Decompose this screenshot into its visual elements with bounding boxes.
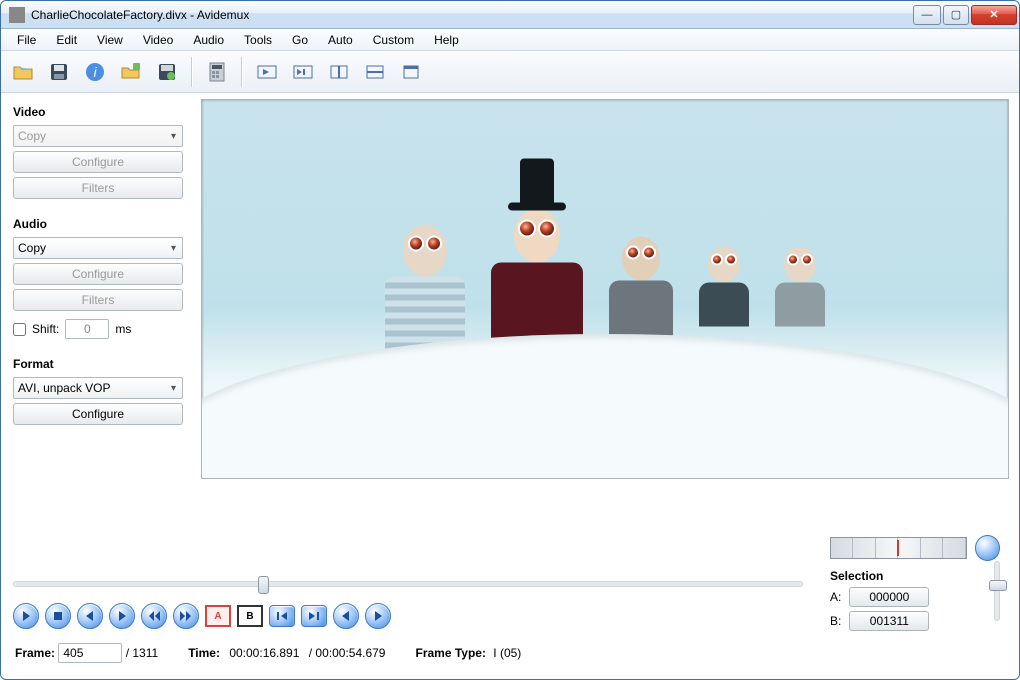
audio-shift-value[interactable] xyxy=(65,319,109,339)
next-black-button[interactable] xyxy=(365,603,391,629)
jog-wheel[interactable] xyxy=(830,537,967,559)
menubar: File Edit View Video Audio Tools Go Auto… xyxy=(1,29,1019,51)
sidebar: Video Copy Configure Filters Audio Copy … xyxy=(1,93,201,573)
marker-a-button[interactable]: A xyxy=(205,605,231,627)
menu-edit[interactable]: Edit xyxy=(46,30,87,50)
menu-auto[interactable]: Auto xyxy=(318,30,363,50)
info-icon[interactable]: i xyxy=(79,56,111,88)
frametype-value: I (05) xyxy=(493,646,521,660)
audio-codec-dropdown[interactable]: Copy xyxy=(13,237,183,259)
audio-shift-label: Shift: xyxy=(32,322,59,336)
titlebar: CharlieChocolateFactory.divx - Avidemux … xyxy=(1,1,1019,29)
selection-pane: Selection A: 000000 B: 001311 xyxy=(830,535,1000,635)
selection-b-value[interactable]: 001311 xyxy=(849,611,929,631)
split-horizontal-icon[interactable] xyxy=(359,56,391,88)
open-icon[interactable] xyxy=(7,56,39,88)
selection-b-label: B: xyxy=(830,614,841,628)
audio-section-title: Audio xyxy=(13,217,191,231)
menu-file[interactable]: File xyxy=(7,30,46,50)
menu-custom[interactable]: Custom xyxy=(363,30,424,50)
calculator-icon[interactable] xyxy=(201,56,233,88)
frame-total: / 1311 xyxy=(126,646,158,660)
video-codec-dropdown[interactable]: Copy xyxy=(13,125,183,147)
volume-knob[interactable] xyxy=(989,580,1007,591)
time-value: 00:00:16.891 xyxy=(229,646,299,660)
frametype-label: Frame Type: xyxy=(415,646,485,660)
prev-keyframe-button[interactable] xyxy=(269,605,295,627)
selection-title: Selection xyxy=(830,569,982,583)
rewind-button[interactable] xyxy=(141,603,167,629)
format-section-title: Format xyxy=(13,357,191,371)
menu-view[interactable]: View xyxy=(87,30,133,50)
frame-label: Frame: xyxy=(15,646,55,660)
selection-a-value[interactable]: 000000 xyxy=(849,587,929,607)
maximize-button[interactable]: ▢ xyxy=(943,5,969,25)
prev-black-button[interactable] xyxy=(333,603,359,629)
video-section-title: Video xyxy=(13,105,191,119)
toolbar: i xyxy=(1,51,1019,93)
audio-shift-checkbox[interactable] xyxy=(13,323,26,336)
forward-button[interactable] xyxy=(173,603,199,629)
menu-go[interactable]: Go xyxy=(282,30,318,50)
app-icon xyxy=(9,7,25,23)
split-vertical-icon[interactable] xyxy=(323,56,355,88)
menu-help[interactable]: Help xyxy=(424,30,469,50)
play-selection-icon[interactable] xyxy=(251,56,283,88)
time-label: Time: xyxy=(188,646,220,660)
stop-button[interactable] xyxy=(45,603,71,629)
video-configure-button[interactable]: Configure xyxy=(13,151,183,173)
volume-slider[interactable] xyxy=(994,561,1000,621)
format-configure-button[interactable]: Configure xyxy=(13,403,183,425)
audio-filters-button[interactable]: Filters xyxy=(13,289,183,311)
save-icon[interactable] xyxy=(43,56,75,88)
prev-frame-button[interactable] xyxy=(77,603,103,629)
play-button[interactable] xyxy=(13,603,39,629)
toolbar-separator xyxy=(241,57,243,87)
audio-configure-button[interactable]: Configure xyxy=(13,263,183,285)
toolbar-separator xyxy=(191,57,193,87)
selection-a-label: A: xyxy=(830,590,841,604)
video-preview xyxy=(201,99,1009,479)
close-button[interactable]: ✕ xyxy=(971,5,1017,25)
menu-tools[interactable]: Tools xyxy=(234,30,282,50)
format-dropdown[interactable]: AVI, unpack VOP xyxy=(13,377,183,399)
audio-shift-unit: ms xyxy=(115,322,131,336)
marker-b-button[interactable]: B xyxy=(237,605,263,627)
window-controls: — ▢ ✕ xyxy=(913,5,1017,25)
append-icon[interactable] xyxy=(115,56,147,88)
jog-reset-button[interactable] xyxy=(975,535,1000,561)
window-title: CharlieChocolateFactory.divx - Avidemux xyxy=(31,8,913,22)
video-filters-button[interactable]: Filters xyxy=(13,177,183,199)
menu-video[interactable]: Video xyxy=(133,30,183,50)
time-total: / 00:00:54.679 xyxy=(309,646,386,660)
seek-slider[interactable] xyxy=(13,581,803,587)
frame-input[interactable] xyxy=(58,643,122,663)
next-frame-button[interactable] xyxy=(109,603,135,629)
save-video-icon[interactable] xyxy=(151,56,183,88)
next-keyframe-button[interactable] xyxy=(301,605,327,627)
seek-knob[interactable] xyxy=(258,576,269,594)
new-window-icon[interactable] xyxy=(395,56,427,88)
play-to-end-icon[interactable] xyxy=(287,56,319,88)
minimize-button[interactable]: — xyxy=(913,5,941,25)
menu-audio[interactable]: Audio xyxy=(183,30,234,50)
